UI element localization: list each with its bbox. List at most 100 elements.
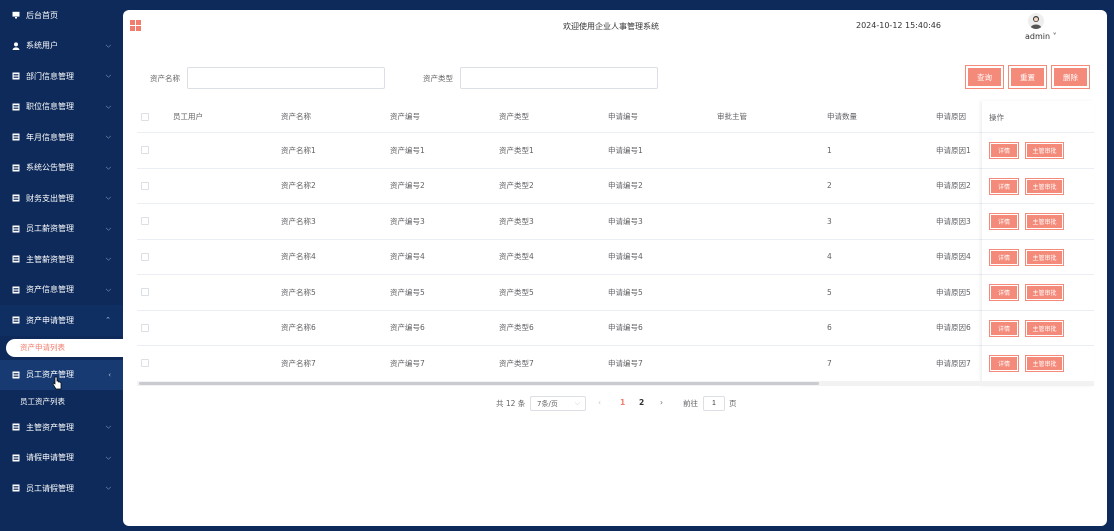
table-cell: 资产名称2 (281, 181, 316, 191)
chevron-icon: ⌵ (105, 102, 111, 111)
next-page-button[interactable]: › (660, 398, 663, 407)
main-panel: 欢迎使用企业人事管理系统 2024-10-12 15:40:46 admin ˅… (123, 10, 1107, 526)
prev-page-button[interactable]: ‹ (598, 398, 601, 407)
page-size-select[interactable]: 7条/页 ⌵ (530, 396, 586, 411)
chevron-icon: ⌃ (105, 316, 111, 325)
table-cell: 资产名称7 (281, 358, 316, 368)
sidebar-item-label: 主管薪资管理 (26, 254, 74, 264)
approve-button[interactable]: 主管审批 (1026, 214, 1063, 230)
sidebar-sub-item[interactable]: 资产申请列表 (6, 338, 123, 357)
hand-cursor-icon (52, 376, 62, 390)
asset-type-input[interactable] (460, 67, 658, 89)
sidebar-item[interactable]: 年月信息管理 ⌵ (0, 122, 123, 153)
system-title: 欢迎使用企业人事管理系统 (563, 22, 659, 31)
table-row: 资产名称1 资产编号1 资产类型1 申请编号1 1 申请原因1 (137, 133, 1094, 169)
table-row: 资产名称5 资产编号5 资产类型5 申请编号5 5 申请原因5 (137, 275, 1094, 311)
row-checkbox[interactable] (141, 181, 149, 190)
row-checkbox-cell (141, 275, 149, 310)
sidebar-item-label: 请假申请管理 (26, 453, 74, 463)
page-1-button[interactable]: 1 (620, 398, 625, 407)
row-checkbox[interactable] (141, 252, 149, 261)
row-checkbox[interactable] (141, 359, 149, 368)
sidebar-item[interactable]: 财务支出管理 ⌵ (0, 183, 123, 214)
sidebar-item[interactable]: 系统用户 ⌵ (0, 31, 123, 62)
list-icon (12, 423, 20, 431)
sidebar-item[interactable]: 主管资产管理 ⌵ (0, 412, 123, 443)
sidebar-item[interactable]: 员工薪资管理 ⌵ (0, 214, 123, 245)
scrollbar-thumb[interactable] (139, 382, 819, 385)
sidebar-item[interactable]: 后台首页 (0, 0, 123, 31)
sidebar-sub-item[interactable]: 员工资产列表 (0, 390, 123, 412)
approve-button[interactable]: 主管审批 (1026, 249, 1063, 265)
sidebar-item-label: 员工资产管理 (26, 370, 74, 380)
table-cell: 4 (827, 252, 832, 262)
detail-button[interactable]: 详情 (990, 143, 1018, 159)
select-all-checkbox[interactable] (141, 112, 149, 121)
column-header: 操作 (989, 112, 1004, 122)
table-cell: 资产类型3 (499, 216, 534, 226)
approve-button[interactable]: 主管审批 (1026, 285, 1063, 301)
detail-button[interactable]: 详情 (990, 320, 1018, 336)
chevron-icon: ⌵ (105, 224, 111, 233)
table-cell: 申请编号1 (608, 145, 643, 155)
sidebar-item[interactable]: 部门信息管理 ⌵ (0, 61, 123, 92)
menu-grid-icon[interactable] (130, 20, 141, 31)
approve-button[interactable]: 主管审批 (1026, 143, 1063, 159)
delete-button[interactable]: 删除 (1052, 66, 1089, 88)
approve-button[interactable]: 主管审批 (1026, 320, 1063, 336)
row-checkbox[interactable] (141, 146, 149, 155)
user-menu[interactable]: admin ˅ (1025, 32, 1057, 41)
chevron-icon: ⌵ (105, 254, 111, 263)
detail-button[interactable]: 详情 (990, 285, 1018, 301)
sidebar-item[interactable]: 请假申请管理 ⌵ (0, 443, 123, 474)
table-cell: 资产名称3 (281, 216, 316, 226)
sidebar-item[interactable]: 主管薪资管理 ⌵ (0, 244, 123, 275)
detail-button[interactable]: 详情 (990, 214, 1018, 230)
page-size-value: 7条/页 (537, 399, 558, 408)
approve-button[interactable]: 主管审批 (1026, 178, 1063, 194)
column-header: 资产编号 (390, 112, 420, 121)
asset-name-input[interactable] (187, 67, 385, 89)
sidebar-item[interactable]: 系统公告管理 ⌵ (0, 153, 123, 184)
reset-button[interactable]: 重置 (1009, 66, 1046, 88)
table-cell: 申请编号7 (608, 358, 643, 368)
table-cell: 申请原因2 (936, 181, 971, 191)
pagination-total: 共 12 条 (496, 399, 526, 408)
sidebar-item-label: 系统公告管理 (26, 163, 74, 173)
column-header: 资产名称 (281, 112, 311, 121)
row-checkbox[interactable] (141, 288, 149, 297)
sidebar-item[interactable]: 职位信息管理 ⌵ (0, 92, 123, 123)
table-cell: 资产名称5 (281, 287, 316, 297)
chevron-icon: ‹ (108, 370, 111, 379)
table-cell: 资产类型4 (499, 252, 534, 262)
goto-label: 前往 (683, 399, 698, 408)
chevron-icon: ⌵ (105, 453, 111, 462)
chevron-icon: ⌵ (105, 193, 111, 202)
horizontal-scrollbar[interactable] (137, 381, 1094, 386)
goto-page-input[interactable] (703, 396, 725, 411)
sidebar-item[interactable]: 员工请假管理 ⌵ (0, 473, 123, 504)
approve-button[interactable]: 主管审批 (1026, 356, 1063, 372)
user-icon (12, 42, 20, 50)
row-checkbox[interactable] (141, 323, 149, 332)
avatar[interactable] (1028, 13, 1044, 29)
row-checkbox[interactable] (141, 217, 149, 226)
chevron-icon: ⌵ (105, 132, 111, 141)
table-cell: 2 (827, 181, 832, 191)
page-2-button[interactable]: 2 (639, 398, 644, 407)
sidebar-item[interactable]: 资产信息管理 ⌵ (0, 275, 123, 306)
asset-name-label: 资产名称 (150, 74, 180, 83)
table-cell: 申请原因4 (936, 252, 971, 262)
chevron-icon: ⌵ (105, 483, 111, 492)
operation-column: 操作 详情 主管审批 详情 主管审批 详情 主管审批 详情 主管审批 详情 主管审批 详情 主管审批 详情… (982, 101, 1094, 386)
sidebar-item[interactable]: 资产申请管理 ⌃ (0, 305, 123, 336)
row-checkbox-cell (141, 204, 149, 239)
table-row: 资产名称2 资产编号2 资产类型2 申请编号2 2 申请原因2 (137, 169, 1094, 204)
table-cell: 资产编号5 (390, 287, 425, 297)
query-button[interactable]: 查询 (966, 66, 1003, 88)
detail-button[interactable]: 详情 (990, 249, 1018, 265)
detail-button[interactable]: 详情 (990, 178, 1018, 194)
detail-button[interactable]: 详情 (990, 356, 1018, 372)
header-divider (982, 132, 1094, 133)
asset-application-table: 员工用户 资产名称 资产编号 资产类型 申请编号 审批主管 申请数量 申请原因 资产名称1 资产编… (137, 101, 1094, 386)
